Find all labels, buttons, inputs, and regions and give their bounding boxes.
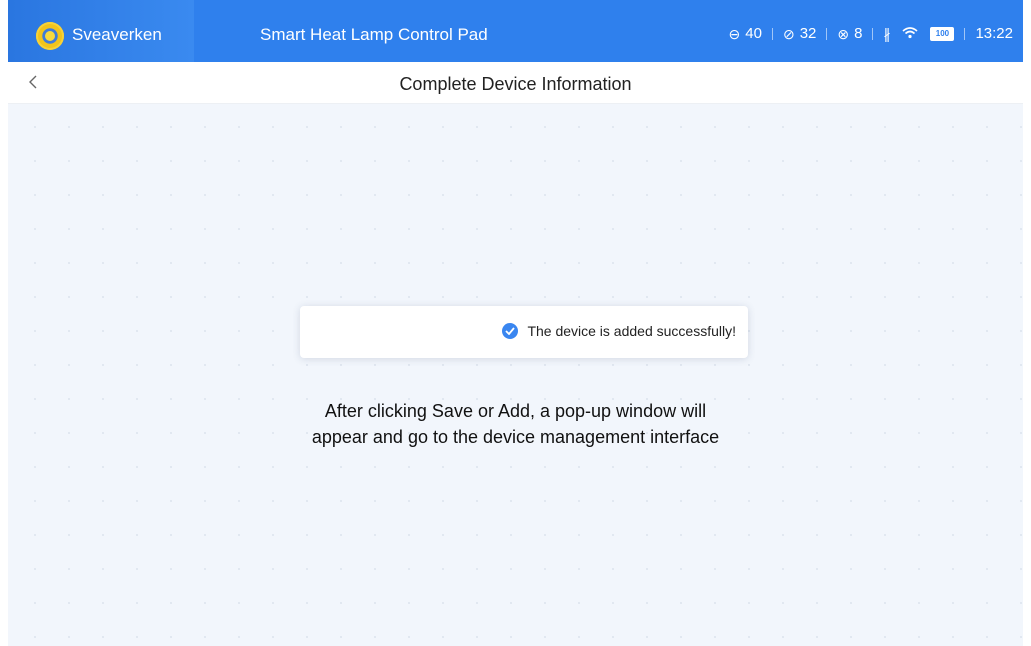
divider [826, 27, 828, 40]
status-value-unlink: 8 [854, 25, 863, 42]
status-item-rotate: ⊖ 40 [729, 25, 762, 42]
divider [964, 27, 966, 40]
battery-icon: 100 [930, 26, 955, 41]
clock-time: 13:22 [975, 25, 1013, 42]
divider [771, 27, 773, 40]
rotate-icon: ⊖ [728, 25, 741, 42]
app-frame: Sveaverken Smart Heat Lamp Control Pad ⊖… [8, 0, 1023, 646]
unlink-icon: ⊗ [837, 25, 850, 42]
link-icon: ⊘ [782, 25, 795, 42]
instruction-text: After clicking Save or Add, a pop-up win… [8, 398, 1023, 450]
status-item-unlink: ⊗ 8 [837, 25, 862, 42]
instruction-line-2: appear and go to the device management i… [311, 427, 720, 447]
toast-message: The device is added successfully! [527, 323, 736, 339]
brand-area: Sveaverken [8, 0, 194, 62]
divider [872, 27, 874, 40]
brand-logo-icon [36, 22, 64, 50]
bluetooth-icon: ∦ [883, 25, 891, 42]
page-header: Complete Device Information [8, 62, 1023, 104]
status-indicators: ⊖ 40 ⊘ 32 ⊗ 8 ∦ 100 13:22 [729, 25, 1013, 42]
success-toast: The device is added successfully! [300, 306, 748, 358]
status-item-link: ⊘ 32 [783, 25, 816, 42]
page-title: Complete Device Information [399, 74, 632, 94]
app-title: Smart Heat Lamp Control Pad [260, 25, 488, 44]
top-status-bar: Sveaverken Smart Heat Lamp Control Pad ⊖… [8, 0, 1023, 62]
check-circle-icon [502, 323, 519, 339]
wifi-icon [902, 26, 918, 41]
instruction-line-1: After clicking Save or Add, a pop-up win… [324, 401, 707, 421]
status-value-rotate: 40 [745, 25, 762, 42]
status-value-link: 32 [799, 25, 817, 42]
brand-name: Sveaverken [72, 25, 162, 44]
